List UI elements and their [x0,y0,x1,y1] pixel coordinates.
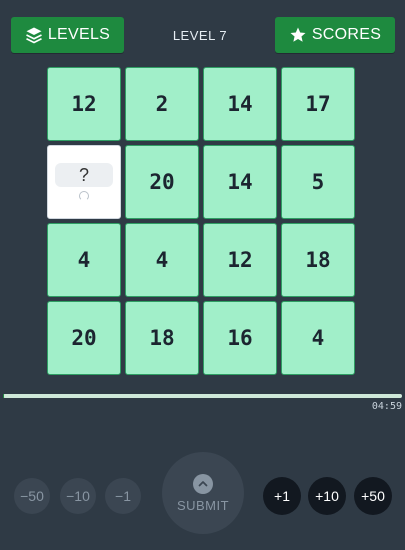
layers-icon [25,27,42,44]
star-icon [290,27,306,42]
timer-readout: 04:59 [371,401,402,412]
top-bar: LEVELS LEVEL 7 SCORES [0,0,405,70]
plus-10-button[interactable]: +10 [308,477,346,515]
levels-label: LEVELS [47,26,111,43]
tile[interactable]: 12 [203,223,277,297]
tile[interactable]: 14 [203,67,277,141]
tile[interactable]: 18 [281,223,355,297]
timer-progress-bar [3,394,402,398]
tile[interactable]: 20 [125,145,199,219]
levels-button[interactable]: LEVELS [11,17,124,53]
unknown-value-box: ? [55,163,113,187]
tile[interactable]: 17 [281,67,355,141]
game-board: 12 2 14 17 ? 20 14 5 4 4 12 18 20 18 16 … [47,67,359,379]
tile[interactable]: 2 [125,67,199,141]
tile[interactable]: 4 [281,301,355,375]
minus-50-button[interactable]: −50 [14,478,50,514]
level-indicator: LEVEL 7 [172,28,228,43]
tile[interactable]: 18 [125,301,199,375]
minus-10-button[interactable]: −10 [60,478,96,514]
chevron-up-icon [193,473,213,494]
active-tile[interactable]: ? [47,145,121,219]
tile[interactable]: 14 [203,145,277,219]
submit-button[interactable]: SUBMIT [162,452,244,534]
loading-spinner-icon [79,191,89,201]
tile[interactable]: 5 [281,145,355,219]
timer-progress-fill [3,394,4,398]
minus-1-button[interactable]: −1 [105,478,141,514]
scores-label: SCORES [311,26,382,43]
scores-button[interactable]: SCORES [275,17,395,53]
tile[interactable]: 12 [47,67,121,141]
plus-1-button[interactable]: +1 [263,477,301,515]
plus-50-button[interactable]: +50 [354,477,392,515]
tile[interactable]: 4 [47,223,121,297]
tile[interactable]: 4 [125,223,199,297]
submit-label: SUBMIT [176,497,230,513]
tile[interactable]: 16 [203,301,277,375]
tile[interactable]: 20 [47,301,121,375]
